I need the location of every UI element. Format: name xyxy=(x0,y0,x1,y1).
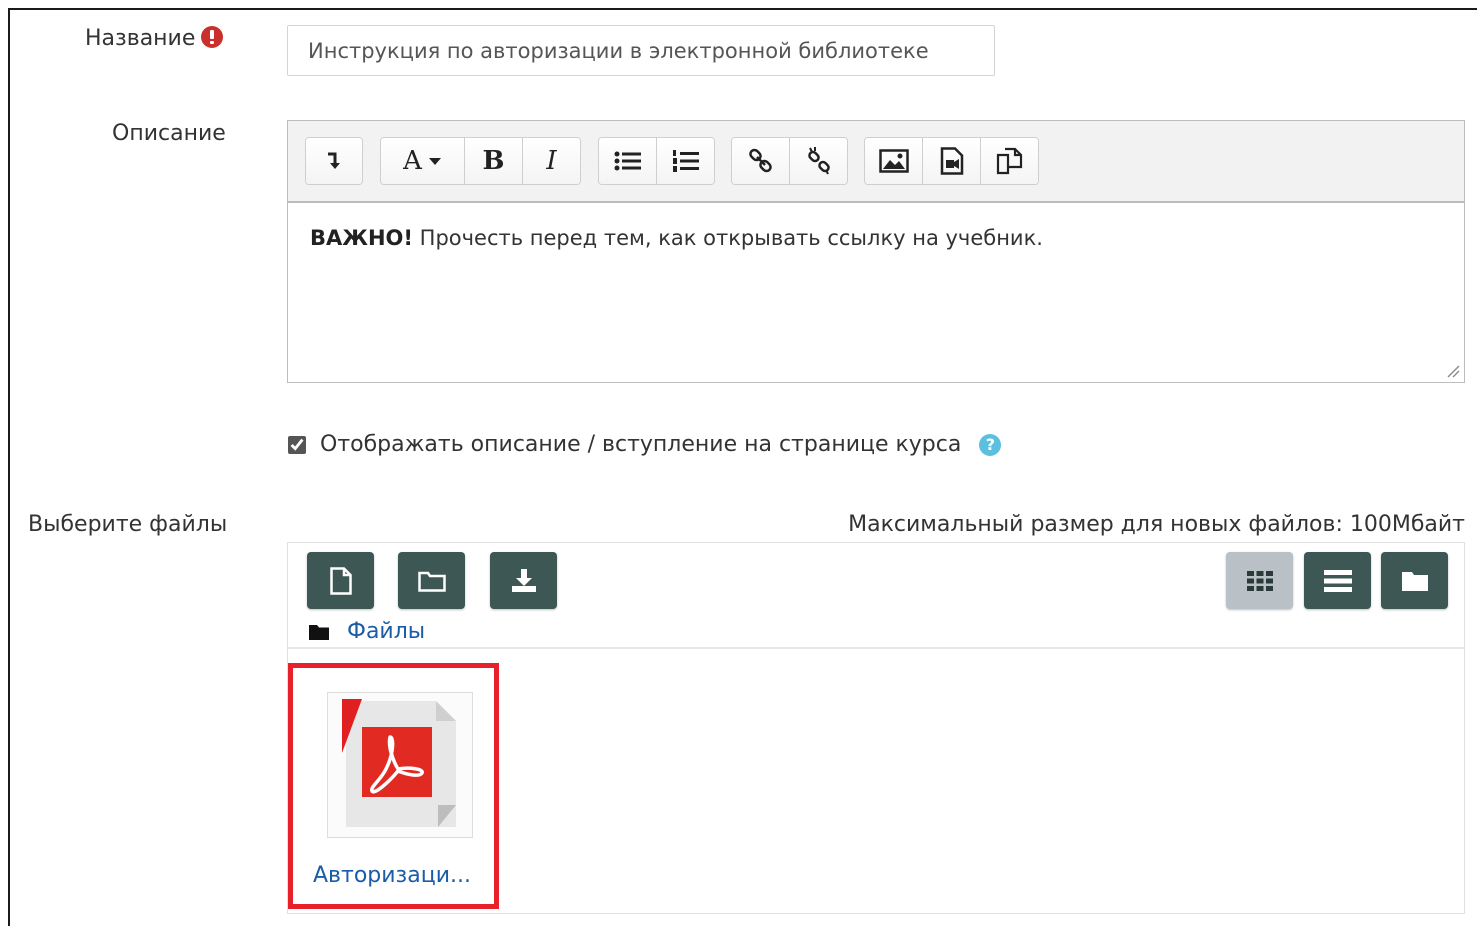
editor-content-area[interactable]: ВАЖНО! Прочесть перед тем, как открывать… xyxy=(288,203,1464,274)
show-description-label: Отображать описание / вступление на стра… xyxy=(320,432,962,457)
unordered-list-icon xyxy=(614,151,641,171)
chevron-down-icon xyxy=(428,158,441,165)
toolbar-group-lists xyxy=(598,137,715,185)
file-item[interactable]: Авторизаци... xyxy=(288,663,499,909)
file-manager-toolbar: Файлы xyxy=(288,543,1464,649)
name-input[interactable] xyxy=(287,25,995,76)
link-button[interactable] xyxy=(732,138,790,184)
grid-icon xyxy=(1246,570,1273,591)
link-icon xyxy=(748,148,772,173)
media-button[interactable] xyxy=(923,138,981,184)
editor-toolbar: A B I xyxy=(288,121,1464,203)
name-label-text: Название xyxy=(85,26,196,51)
view-list-button[interactable] xyxy=(1304,552,1371,609)
editor-bold-text: ВАЖНО! xyxy=(310,226,413,250)
italic-icon: I xyxy=(546,146,557,176)
toolbar-group-media xyxy=(864,137,1039,185)
download-all-button[interactable] xyxy=(490,552,557,609)
required-icon xyxy=(201,26,224,48)
ordered-list-button[interactable] xyxy=(657,138,714,184)
view-tree-button[interactable] xyxy=(1381,552,1448,609)
description-label: Описание xyxy=(112,121,226,146)
folder-outline-icon xyxy=(417,571,446,592)
image-button[interactable] xyxy=(865,138,923,184)
help-icon[interactable]: ? xyxy=(979,433,1002,456)
folder-icon xyxy=(1401,571,1428,591)
manage-files-icon xyxy=(996,147,1022,175)
media-icon xyxy=(940,147,963,175)
unordered-list-button[interactable] xyxy=(599,138,657,184)
italic-button[interactable]: I xyxy=(523,138,580,184)
unlink-icon xyxy=(807,147,830,175)
new-file-icon xyxy=(329,566,352,595)
image-icon xyxy=(878,149,909,173)
file-thumbnail xyxy=(327,692,473,838)
ordered-list-icon xyxy=(672,150,699,172)
expand-toolbar-icon xyxy=(328,152,340,169)
create-folder-button[interactable] xyxy=(398,552,465,609)
breadcrumb-files-link[interactable]: Файлы xyxy=(347,619,425,644)
toolbar-group-links xyxy=(731,137,848,185)
file-manager: Файлы Авторизаци... xyxy=(287,542,1465,914)
view-icons-button[interactable] xyxy=(1226,552,1293,609)
bold-button[interactable]: B xyxy=(465,138,523,184)
bold-icon: B xyxy=(482,146,505,176)
unlink-button[interactable] xyxy=(790,138,847,184)
file-name: Авторизаци... xyxy=(313,863,471,888)
manage-files-button[interactable] xyxy=(981,138,1038,184)
expand-toolbar-button[interactable] xyxy=(306,138,362,184)
breadcrumb: Файлы xyxy=(309,619,425,644)
show-description-row: Отображать описание / вступление на стра… xyxy=(287,432,1002,457)
pdf-file-icon xyxy=(342,699,456,827)
files-label: Выберите файлы xyxy=(28,512,228,537)
list-icon xyxy=(1323,569,1352,592)
toolbar-group-expand xyxy=(305,137,363,185)
toolbar-group-text: A B I xyxy=(380,137,581,185)
font-style-icon: A xyxy=(403,146,422,176)
max-size-text: Максимальный размер для новых файлов: 10… xyxy=(848,512,1465,537)
font-style-button[interactable]: A xyxy=(381,138,465,184)
add-file-button[interactable] xyxy=(307,552,374,609)
show-description-checkbox[interactable] xyxy=(288,435,306,454)
editor-text: Прочесть перед тем, как открывать ссылку… xyxy=(412,226,1043,250)
download-icon xyxy=(511,568,536,592)
description-editor: A B I ВАЖНО! Прочесть перед тем, как отк… xyxy=(287,120,1465,383)
folder-icon xyxy=(309,624,329,640)
resize-handle-icon[interactable] xyxy=(1446,364,1460,378)
name-label: Название xyxy=(85,26,224,51)
